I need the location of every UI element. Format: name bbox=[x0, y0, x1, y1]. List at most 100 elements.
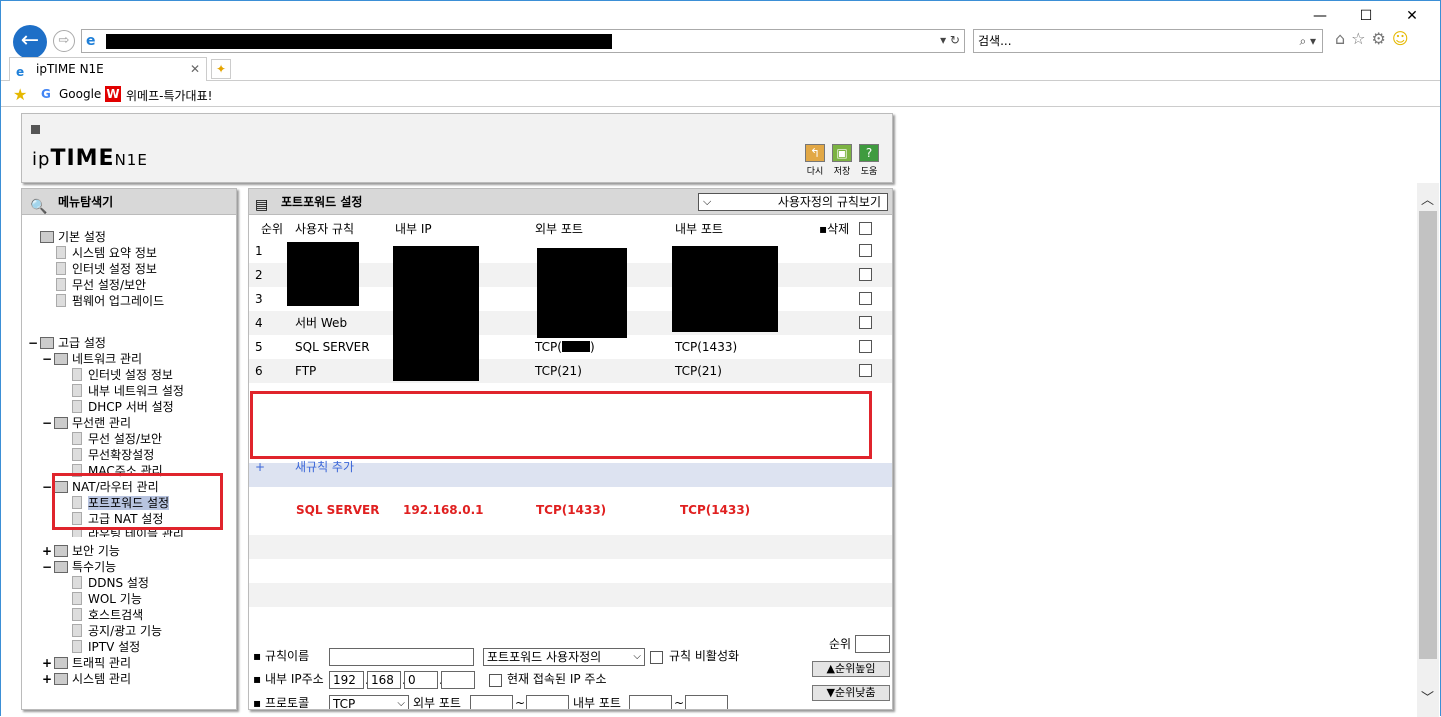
current-ip-checkbox[interactable] bbox=[489, 674, 502, 687]
new-tab-button[interactable]: ✦ bbox=[211, 59, 231, 79]
row-delete-checkbox[interactable] bbox=[859, 316, 872, 329]
minimize-button[interactable]: — bbox=[1297, 3, 1343, 29]
ip-octet-3[interactable]: 0 bbox=[404, 671, 438, 689]
menu-network-item-2[interactable]: DHCP 서버 설정 bbox=[72, 399, 174, 415]
menu-special-item-0[interactable]: DDNS 설정 bbox=[72, 575, 149, 591]
menu-advanced[interactable]: − 고급 설정 bbox=[28, 335, 106, 351]
browser-window: — ☐ ✕ ← ⇨ e ▾ ↻ 검색... ⌕ ▾ ⌂☆⚙☺ e ipTIME … bbox=[0, 0, 1441, 717]
ip-octet-2[interactable]: 168 bbox=[367, 671, 401, 689]
menu-network-item-0[interactable]: 인터넷 설정 정보 bbox=[72, 367, 173, 383]
back-button[interactable]: ← bbox=[13, 25, 47, 59]
help-button[interactable]: ? 도움 bbox=[858, 144, 880, 180]
tab-iptime[interactable]: e ipTIME N1E ✕ bbox=[9, 57, 207, 81]
save-button[interactable]: ▣ 저장 bbox=[831, 144, 853, 180]
address-tools[interactable]: ▾ ↻ bbox=[940, 33, 960, 47]
menu-wireless[interactable]: − 무선랜 관리 bbox=[42, 415, 131, 431]
favorites-star-icon[interactable]: ★ bbox=[13, 85, 27, 104]
vertical-scrollbar[interactable]: ︿ ﹀ bbox=[1417, 183, 1439, 717]
row-no: 4 bbox=[255, 316, 263, 330]
row-ext: TCP(21) bbox=[535, 364, 582, 378]
rule-name-input[interactable] bbox=[329, 648, 474, 666]
menu-label: WOL 기능 bbox=[88, 592, 142, 606]
favorite-google[interactable]: Google bbox=[59, 87, 101, 101]
rank-down-button[interactable]: ▼순위낮춤 bbox=[812, 685, 890, 701]
iptime-logo: ipTIMEN1E bbox=[32, 146, 148, 171]
monitor-icon bbox=[56, 262, 66, 275]
table-row[interactable]: 6 FTP TCP(21) TCP(21) bbox=[249, 359, 892, 383]
menu-label: 인터넷 설정 정보 bbox=[72, 262, 157, 276]
add-rule-row[interactable]: + 새규칙 추가 bbox=[249, 460, 892, 487]
menu-network[interactable]: − 네트워크 관리 bbox=[42, 351, 142, 367]
menu-special-item-3[interactable]: 공지/광고 기능 bbox=[72, 623, 162, 639]
menu-label: 무선 설정/보안 bbox=[88, 432, 163, 446]
ext-port-start[interactable] bbox=[470, 695, 513, 709]
view-rules-select[interactable]: ⌵ 사용자정의 규칙보기 bbox=[698, 193, 888, 211]
row-delete-checkbox[interactable] bbox=[859, 340, 872, 353]
menu-special-item-4[interactable]: IPTV 설정 bbox=[72, 639, 140, 655]
menu-label: DDNS 설정 bbox=[88, 576, 149, 590]
rank-input[interactable] bbox=[855, 635, 890, 653]
delete-all-checkbox[interactable] bbox=[859, 222, 872, 235]
close-button[interactable]: ✕ bbox=[1389, 3, 1435, 29]
menu-system[interactable]: + 시스템 관리 bbox=[42, 671, 131, 687]
menu-explorer: 🔍 메뉴탐색기 기본 설정 시스템 요약 정보 인터넷 설정 정보 무선 설정/보… bbox=[21, 188, 237, 710]
menu-basic-item-2[interactable]: 무선 설정/보안 bbox=[56, 277, 146, 293]
menu-basic-item-1[interactable]: 인터넷 설정 정보 bbox=[56, 261, 157, 277]
row-delete-checkbox[interactable] bbox=[859, 292, 872, 305]
ext-port-end[interactable] bbox=[526, 695, 569, 709]
address-bar[interactable]: e ▾ ↻ bbox=[81, 29, 965, 53]
menu-special[interactable]: − 특수기능 bbox=[42, 559, 116, 575]
chevron-down-icon[interactable]: ﹀ bbox=[1421, 687, 1434, 706]
menu-wireless-item-0[interactable]: 무선 설정/보안 bbox=[72, 431, 162, 447]
new-rule-row[interactable]: SQL SERVER 192.168.0.1 TCP(1433) TCP(143… bbox=[249, 487, 892, 535]
collapse-icon: − bbox=[42, 560, 53, 574]
ip-octet-4[interactable] bbox=[441, 671, 475, 689]
maximize-button[interactable]: ☐ bbox=[1343, 3, 1389, 29]
close-tab-icon[interactable]: ✕ bbox=[190, 58, 200, 80]
collapse-icon: − bbox=[42, 416, 53, 430]
disable-rule-checkbox[interactable] bbox=[650, 651, 663, 664]
chevron-up-icon[interactable]: ︿ bbox=[1421, 189, 1434, 208]
rank-up-button[interactable]: ▲순위높임 bbox=[812, 661, 890, 677]
int-port-start[interactable] bbox=[629, 695, 672, 709]
row-delete-checkbox[interactable] bbox=[859, 244, 872, 257]
row-ext-prefix: TCP( bbox=[535, 340, 562, 354]
smiley-icon[interactable]: ☺ bbox=[1392, 29, 1415, 48]
table-row[interactable]: 5 SQL SERVER TCP() TCP(1433) bbox=[249, 335, 892, 359]
tab-title: ipTIME N1E bbox=[36, 62, 104, 76]
int-port-end[interactable] bbox=[685, 695, 728, 709]
row-delete-checkbox[interactable] bbox=[859, 364, 872, 377]
menu-basic-item-0[interactable]: 시스템 요약 정보 bbox=[56, 245, 157, 261]
protocol-select[interactable]: TCP ⌵ bbox=[329, 695, 409, 709]
forward-button[interactable]: ⇨ bbox=[53, 30, 75, 52]
row-delete-checkbox[interactable] bbox=[859, 268, 872, 281]
menu-label: 네트워크 관리 bbox=[72, 352, 143, 366]
tab-bar: e ipTIME N1E ✕ ✦ bbox=[1, 57, 1440, 81]
star-icon[interactable]: ☆ bbox=[1351, 29, 1371, 48]
reload-button[interactable]: ↰ 다시 bbox=[804, 144, 826, 180]
home-icon[interactable]: ⌂ bbox=[1335, 29, 1351, 48]
new-rule-int: TCP(1433) bbox=[680, 503, 751, 517]
menu-basic[interactable]: 기본 설정 bbox=[40, 229, 106, 245]
menu-basic-item-3[interactable]: 펌웨어 업그레이드 bbox=[56, 293, 164, 309]
menu-wireless-item-1[interactable]: 무선확장설정 bbox=[72, 447, 154, 463]
browser-titlebar: — ☐ ✕ ← ⇨ e ▾ ↻ 검색... ⌕ ▾ ⌂☆⚙☺ bbox=[1, 1, 1440, 61]
upgrade-icon bbox=[56, 294, 66, 307]
scrollbar-thumb[interactable] bbox=[1419, 211, 1437, 659]
menu-special-item-2[interactable]: 호스트검색 bbox=[72, 607, 143, 623]
rule-type-select[interactable]: 포트포워드 사용자정의 ⌵ bbox=[483, 648, 645, 666]
menu-network-item-1[interactable]: 내부 네트워크 설정 bbox=[72, 383, 184, 399]
menu-traffic[interactable]: + 트래픽 관리 bbox=[42, 655, 131, 671]
search-input[interactable]: 검색... ⌕ ▾ bbox=[973, 29, 1323, 53]
row-no: 5 bbox=[255, 340, 263, 354]
search-placeholder: 검색... bbox=[978, 34, 1012, 48]
favorite-wemakeprice[interactable]: 위메프-특가대표! bbox=[126, 87, 212, 104]
gear-icon[interactable]: ⚙ bbox=[1372, 29, 1392, 48]
menu-security[interactable]: + 보안 기능 bbox=[42, 543, 120, 559]
search-icon[interactable]: ⌕ ▾ bbox=[1299, 30, 1316, 52]
menu-special-item-1[interactable]: WOL 기능 bbox=[72, 591, 142, 607]
menu-label: 트래픽 관리 bbox=[72, 656, 132, 670]
lock-icon bbox=[54, 545, 68, 557]
ip-octet-1[interactable]: 192 bbox=[329, 671, 364, 689]
folder-icon bbox=[40, 337, 54, 349]
